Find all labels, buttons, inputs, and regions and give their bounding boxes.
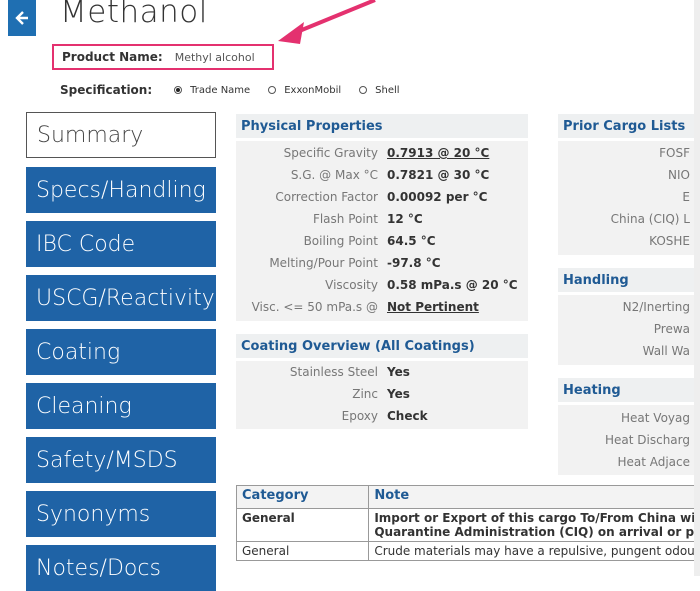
coating-overview-header: Coating Overview (All Coatings): [236, 334, 528, 358]
heating-item: Heat Voyag: [621, 411, 690, 425]
spec-radio-shell[interactable]: Shell: [359, 85, 399, 96]
handling-header: Handling: [558, 268, 694, 292]
spec-radio-exxonmobil[interactable]: ExxonMobil: [268, 85, 341, 96]
prior-cargo-item[interactable]: China (CIQ) L: [611, 212, 690, 226]
handling-item: Prewa: [654, 322, 690, 336]
column-header-note: Note: [369, 486, 700, 509]
prior-cargo-item[interactable]: NIO: [668, 168, 690, 182]
prior-cargo-item[interactable]: KOSHE: [649, 234, 690, 248]
heating-panel: Heat Voyag Heat Discharg Heat Adjace: [558, 405, 694, 475]
prior-cargo-item[interactable]: E: [682, 190, 690, 204]
spec-radio-trade-name[interactable]: Trade Name: [174, 85, 250, 96]
table-cell-note: Import or Export of this cargo To/From C…: [369, 509, 700, 542]
table-cell-category: General: [237, 542, 369, 561]
prop-row: Viscosity0.58 mPa.s @ 20 °C: [236, 278, 528, 300]
nav-uscg-reactivity[interactable]: USCG/Reactivity: [26, 275, 216, 321]
handling-item: Wall Wa: [643, 344, 690, 358]
prior-cargo-header: Prior Cargo Lists: [558, 114, 694, 138]
coating-row: ZincYes: [236, 387, 528, 409]
vertical-scrollbar[interactable]: [694, 0, 700, 576]
prop-row: Melting/Pour Point-97.8 °C: [236, 256, 528, 278]
prop-row: Boiling Point64.5 °C: [236, 234, 528, 256]
prop-row: S.G. @ Max °C0.7821 @ 30 °C: [236, 168, 528, 190]
physical-properties-panel: Specific Gravity0.7913 @ 20 °C S.G. @ Ma…: [236, 141, 528, 321]
nav-summary[interactable]: Summary: [26, 112, 216, 158]
column-header-category: Category: [237, 486, 369, 509]
coating-row: EpoxyCheck: [236, 409, 528, 431]
prior-cargo-panel: FOSF NIO E China (CIQ) L KOSHE: [558, 141, 694, 255]
annotation-arrow: [270, 0, 380, 50]
nav-specs-handling[interactable]: Specs/Handling: [26, 167, 216, 213]
nav-coating[interactable]: Coating: [26, 329, 216, 375]
back-button[interactable]: [8, 0, 36, 36]
not-pertinent-link[interactable]: Not Pertinent: [387, 300, 479, 314]
table-row: General Import or Export of this cargo T…: [237, 509, 700, 542]
table-cell-category: General: [237, 509, 369, 542]
specific-gravity-link[interactable]: 0.7913 @ 20 °C: [387, 146, 489, 160]
prior-cargo-item[interactable]: FOSF: [659, 146, 690, 160]
nav-ibc-code[interactable]: IBC Code: [26, 221, 216, 267]
coating-row: Stainless SteelYes: [236, 365, 528, 387]
handling-panel: N2/Inerting Prewa Wall Wa: [558, 295, 694, 365]
handling-item: N2/Inerting: [623, 300, 690, 314]
table-row: General Crude materials may have a repul…: [237, 542, 700, 561]
prop-row: Specific Gravity0.7913 @ 20 °C: [236, 146, 528, 168]
heating-item: Heat Discharg: [605, 433, 690, 447]
page-title: Methanol: [60, 0, 208, 30]
product-name-label: Product Name:: [62, 50, 163, 64]
specification-label: Specification:: [60, 83, 152, 97]
table-cell-note: Crude materials may have a repulsive, pu…: [369, 542, 700, 561]
prop-row: Correction Factor0.00092 per °C: [236, 190, 528, 212]
prop-row: Visc. <= 50 mPa.s @Not Pertinent: [236, 300, 528, 322]
nav-cleaning[interactable]: Cleaning: [26, 383, 216, 429]
nav-notes-docs[interactable]: Notes/Docs: [26, 545, 216, 591]
radio-unselected-icon: [268, 86, 276, 94]
radio-selected-icon: [174, 86, 182, 94]
table-header-row: Category Note: [237, 486, 700, 509]
nav-synonyms[interactable]: Synonyms: [26, 491, 216, 537]
specification-row: Specification: Trade Name ExxonMobil She…: [60, 83, 418, 97]
product-name-value: Methyl alcohol: [175, 51, 255, 64]
prop-row: Flash Point12 °C: [236, 212, 528, 234]
arrow-left-icon: [14, 10, 30, 26]
heating-item: Heat Adjace: [617, 455, 690, 469]
radio-unselected-icon: [359, 86, 367, 94]
notes-table: Category Note General Import or Export o…: [236, 485, 700, 561]
heating-header: Heating: [558, 378, 694, 402]
coating-overview-panel: Stainless SteelYes ZincYes EpoxyCheck: [236, 361, 528, 429]
physical-properties-header: Physical Properties: [236, 114, 528, 138]
nav-safety-msds[interactable]: Safety/MSDS: [26, 437, 216, 483]
product-name-box: Product Name: Methyl alcohol: [52, 44, 274, 70]
